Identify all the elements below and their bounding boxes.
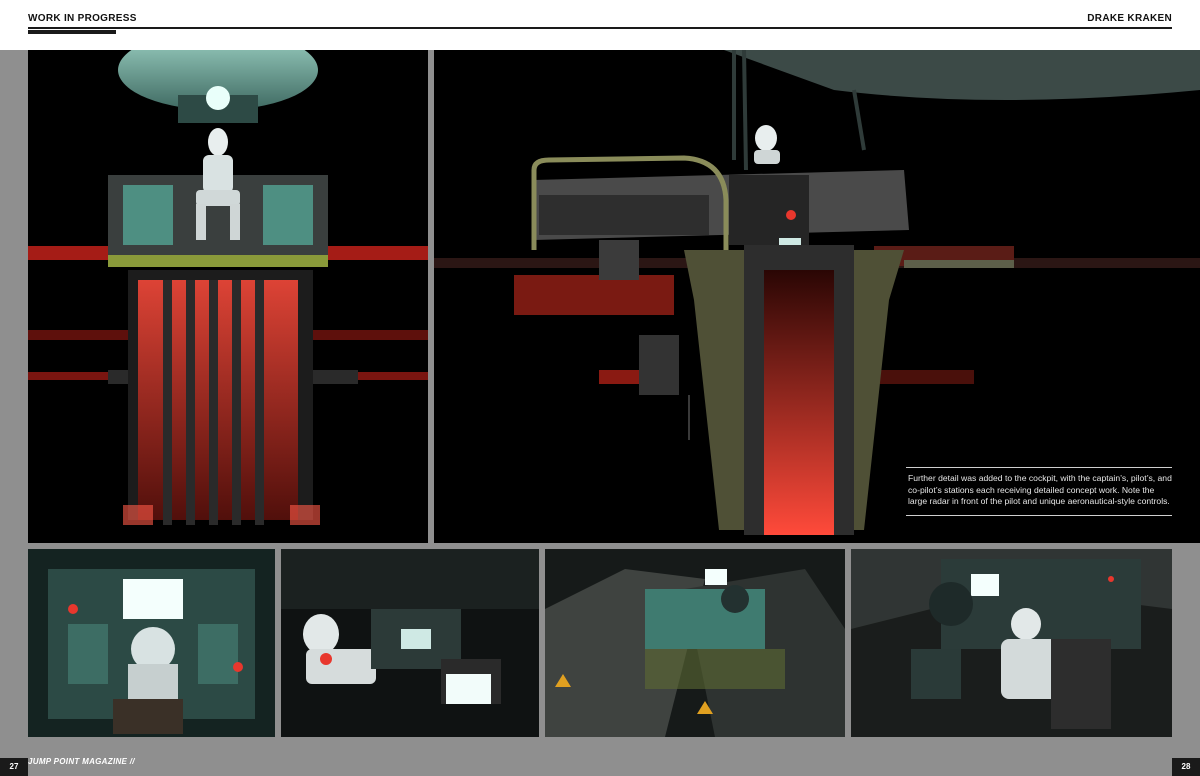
section-title: WORK IN PROGRESS — [28, 13, 137, 24]
page-header: WORK IN PROGRESS DRAKE KRAKEN — [0, 0, 1200, 50]
cockpit-front-render — [28, 50, 428, 543]
pilot-view-image-3 — [545, 549, 845, 737]
pilot-view-render-2 — [281, 549, 539, 737]
pilot-view-render-4 — [851, 549, 1172, 737]
ship-title: DRAKE KRAKEN — [1087, 13, 1172, 24]
caption-text: Further detail was added to the cockpit,… — [908, 473, 1172, 507]
caption-block: Further detail was added to the cockpit,… — [906, 467, 1172, 516]
caption-rule-bottom — [906, 514, 1172, 516]
magazine-name: JUMP POINT MAGAZINE // — [28, 757, 135, 766]
page-footer: 27 JUMP POINT MAGAZINE // 28 — [0, 742, 1200, 776]
cockpit-front-image — [28, 50, 428, 543]
page-number-left: 27 — [0, 758, 28, 776]
pilot-view-image-1 — [28, 549, 275, 737]
pilot-view-render-1 — [28, 549, 275, 737]
pilot-view-render-3 — [545, 549, 845, 737]
pilot-view-image-2 — [281, 549, 539, 737]
pilot-view-image-4 — [851, 549, 1172, 737]
header-rule — [28, 27, 1172, 29]
page-number-right: 28 — [1172, 758, 1200, 776]
header-tab-mark — [28, 30, 116, 34]
